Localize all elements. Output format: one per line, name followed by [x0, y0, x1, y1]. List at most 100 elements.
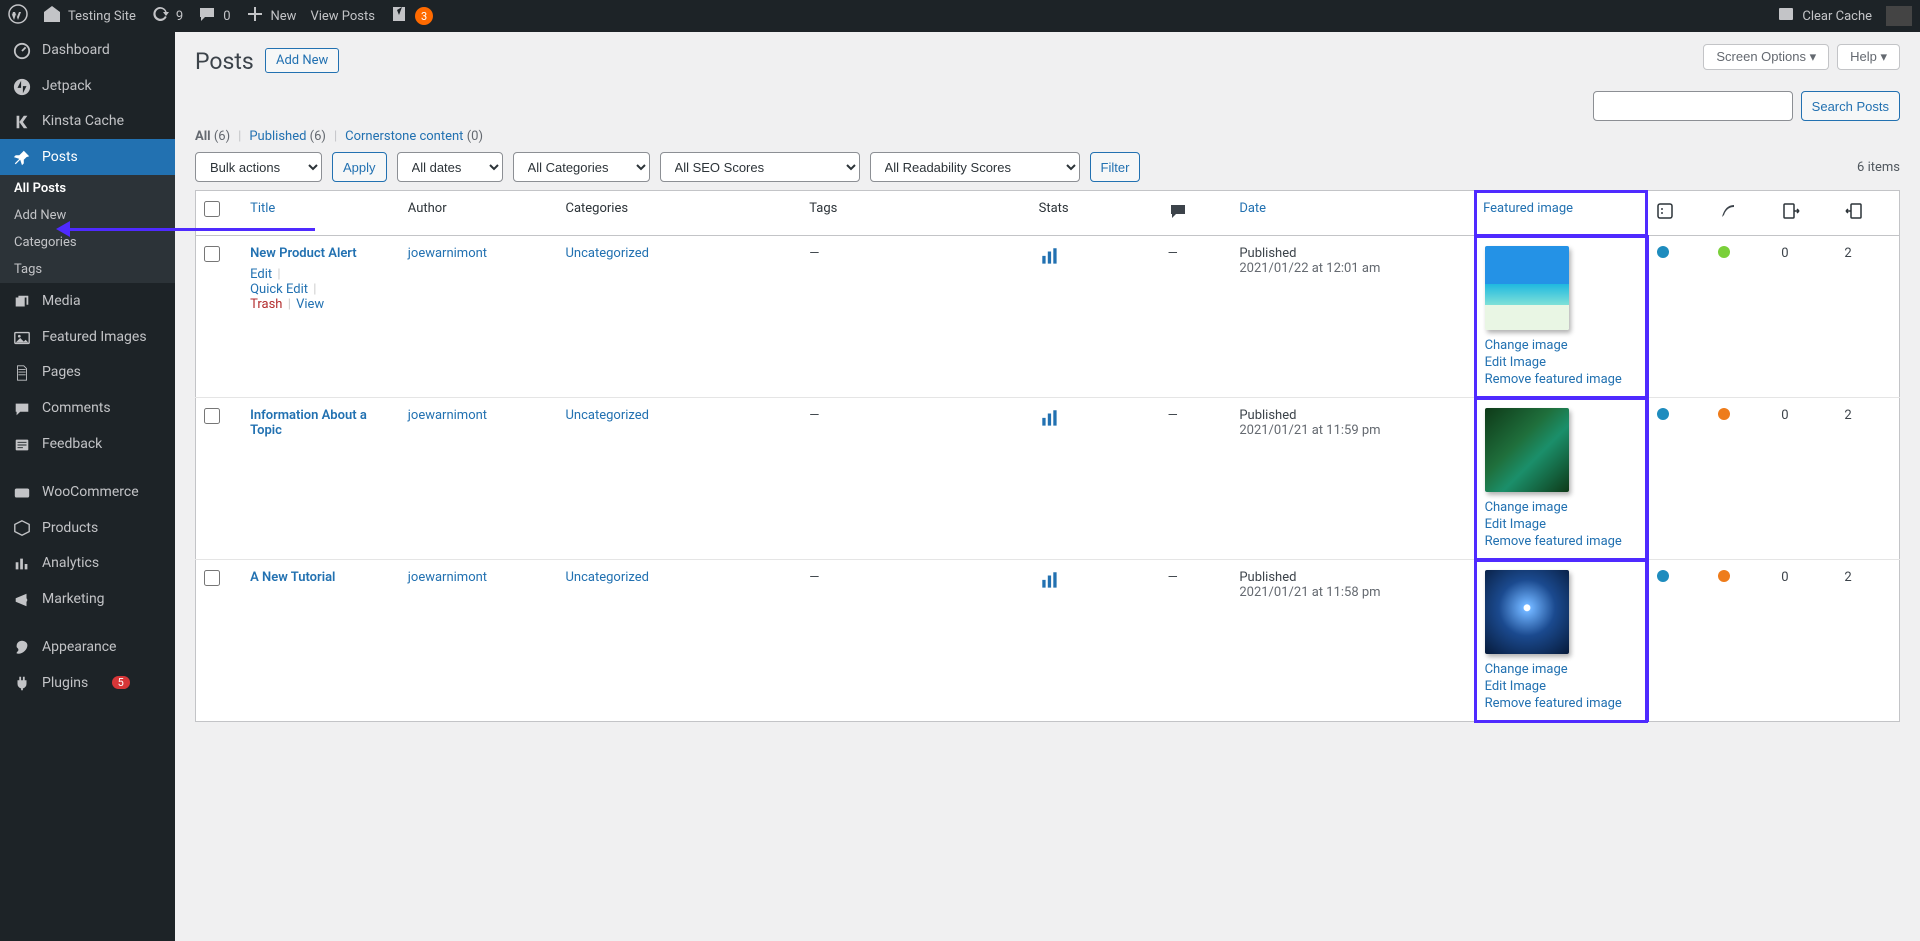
row-author-link[interactable]: joewarnimont	[408, 408, 487, 423]
row-category-link[interactable]: Uncategorized	[566, 246, 649, 261]
row-tags: —	[801, 560, 1030, 722]
row-checkbox[interactable]	[204, 570, 220, 586]
row-author-link[interactable]: joewarnimont	[408, 570, 487, 585]
sidebar-item-plugins[interactable]: Plugins 5	[0, 665, 175, 701]
sidebar-subitem-all-posts[interactable]: All Posts	[0, 175, 175, 202]
sidebar-item-media[interactable]: Media	[0, 283, 175, 319]
stats-icon[interactable]	[1039, 257, 1061, 272]
filter-published[interactable]: Published (6)	[249, 129, 326, 144]
row-checkbox[interactable]	[204, 408, 220, 424]
updates-link[interactable]: 9	[150, 4, 183, 28]
seo-scores-select[interactable]: All SEO Scores	[660, 152, 860, 182]
stats-icon[interactable]	[1039, 581, 1061, 596]
item-count: 6 items	[1857, 160, 1900, 175]
column-date[interactable]: Date	[1239, 201, 1266, 216]
comments-link[interactable]: 0	[197, 4, 230, 28]
sidebar-subitem-tags[interactable]: Tags	[0, 256, 175, 283]
filter-button[interactable]: Filter	[1090, 152, 1141, 182]
outgoing-links-column-icon	[1781, 210, 1801, 225]
edit-image-link[interactable]: Edit Image	[1485, 517, 1638, 532]
appearance-icon	[12, 637, 32, 657]
edit-image-link[interactable]: Edit Image	[1485, 679, 1638, 694]
sidebar-item-kinsta[interactable]: Kinsta Cache	[0, 104, 175, 140]
wp-logo-icon[interactable]	[8, 4, 28, 28]
sidebar-item-comments[interactable]: Comments	[0, 390, 175, 426]
user-account[interactable]	[1886, 6, 1912, 26]
yoast-link[interactable]: 3	[389, 4, 433, 28]
sidebar-subitem-add-new[interactable]: Add New	[0, 202, 175, 229]
page-title: Posts	[195, 32, 262, 83]
row-title-link[interactable]: A New Tutorial	[250, 570, 335, 585]
yoast-badge: 3	[415, 7, 433, 25]
row-title-link[interactable]: Information About a Topic	[250, 408, 367, 438]
featured-image-thumbnail[interactable]	[1485, 246, 1569, 330]
row-comments: —	[1160, 236, 1232, 398]
filter-all[interactable]: All (6)	[195, 129, 230, 144]
column-title[interactable]: Title	[250, 201, 275, 216]
sidebar-item-jetpack[interactable]: Jetpack	[0, 68, 175, 104]
row-date-value: 2021/01/21 at 11:59 pm	[1239, 423, 1465, 438]
row-title-link[interactable]: New Product Alert	[250, 246, 357, 261]
sidebar-subitem-categories[interactable]: Categories	[0, 229, 175, 256]
bulk-actions-select[interactable]: Bulk actions	[195, 152, 322, 182]
sidebar-item-analytics[interactable]: Analytics	[0, 545, 175, 581]
row-category-link[interactable]: Uncategorized	[566, 408, 649, 423]
stats-icon[interactable]	[1039, 419, 1061, 434]
kinsta-icon	[12, 112, 32, 132]
row-action-view[interactable]: View	[296, 297, 324, 312]
featured-image-thumbnail[interactable]	[1485, 570, 1569, 654]
new-content-link[interactable]: New	[245, 4, 297, 28]
change-image-link[interactable]: Change image	[1485, 500, 1638, 515]
annotation-arrow	[60, 228, 315, 231]
change-image-link[interactable]: Change image	[1485, 662, 1638, 677]
apply-button[interactable]: Apply	[332, 152, 387, 182]
sidebar-item-marketing[interactable]: Marketing	[0, 581, 175, 617]
edit-image-link[interactable]: Edit Image	[1485, 355, 1638, 370]
search-posts-input[interactable]	[1593, 91, 1793, 121]
change-image-link[interactable]: Change image	[1485, 338, 1638, 353]
row-tags: —	[801, 398, 1030, 560]
plugins-badge: 5	[112, 676, 130, 689]
screen-options-button[interactable]: Screen Options ▾	[1703, 44, 1829, 70]
sidebar-item-dashboard[interactable]: Dashboard	[0, 32, 175, 68]
view-posts-link[interactable]: View Posts	[310, 9, 375, 24]
row-date-status: Published	[1239, 246, 1465, 261]
row-checkbox[interactable]	[204, 246, 220, 262]
sidebar-item-woocommerce[interactable]: WooCommerce	[0, 474, 175, 510]
sidebar-item-featured-images[interactable]: Featured Images	[0, 319, 175, 355]
comments-count: 0	[223, 9, 230, 24]
add-new-button[interactable]: Add New	[265, 48, 339, 73]
help-button[interactable]: Help ▾	[1837, 44, 1900, 70]
column-featured-image[interactable]: Featured image	[1483, 201, 1573, 216]
sidebar-item-products[interactable]: Products	[0, 510, 175, 546]
readability-scores-select[interactable]: All Readability Scores	[870, 152, 1080, 182]
featured-image-thumbnail[interactable]	[1485, 408, 1569, 492]
woocommerce-icon	[12, 482, 32, 502]
sidebar-item-pages[interactable]: Pages	[0, 355, 175, 391]
pin-icon	[12, 147, 32, 167]
seo-score-dot	[1657, 246, 1669, 258]
row-action-edit[interactable]: Edit	[250, 267, 272, 282]
row-comments: —	[1160, 560, 1232, 722]
row-category-link[interactable]: Uncategorized	[566, 570, 649, 585]
outgoing-links-count: 0	[1773, 560, 1836, 722]
filter-cornerstone[interactable]: Cornerstone content (0)	[345, 129, 483, 144]
remove-image-link[interactable]: Remove featured image	[1485, 696, 1638, 711]
row-author-link[interactable]: joewarnimont	[408, 246, 487, 261]
row-action-quick-edit[interactable]: Quick Edit	[250, 282, 308, 297]
remove-image-link[interactable]: Remove featured image	[1485, 372, 1638, 387]
dates-select[interactable]: All dates	[397, 152, 503, 182]
sidebar-item-feedback[interactable]: Feedback	[0, 426, 175, 462]
search-posts-button[interactable]: Search Posts	[1801, 91, 1900, 121]
categories-select[interactable]: All Categories	[513, 152, 650, 182]
remove-image-link[interactable]: Remove featured image	[1485, 534, 1638, 549]
sidebar-item-posts[interactable]: Posts	[0, 139, 175, 175]
row-date-status: Published	[1239, 570, 1465, 585]
row-date-value: 2021/01/22 at 12:01 am	[1239, 261, 1465, 276]
site-link[interactable]: Testing Site	[42, 4, 136, 28]
row-action-trash[interactable]: Trash	[250, 297, 282, 312]
clear-cache-link[interactable]: Clear Cache	[1776, 4, 1872, 28]
plugins-icon	[12, 673, 32, 693]
sidebar-item-appearance[interactable]: Appearance	[0, 629, 175, 665]
select-all-checkbox[interactable]	[204, 201, 220, 217]
